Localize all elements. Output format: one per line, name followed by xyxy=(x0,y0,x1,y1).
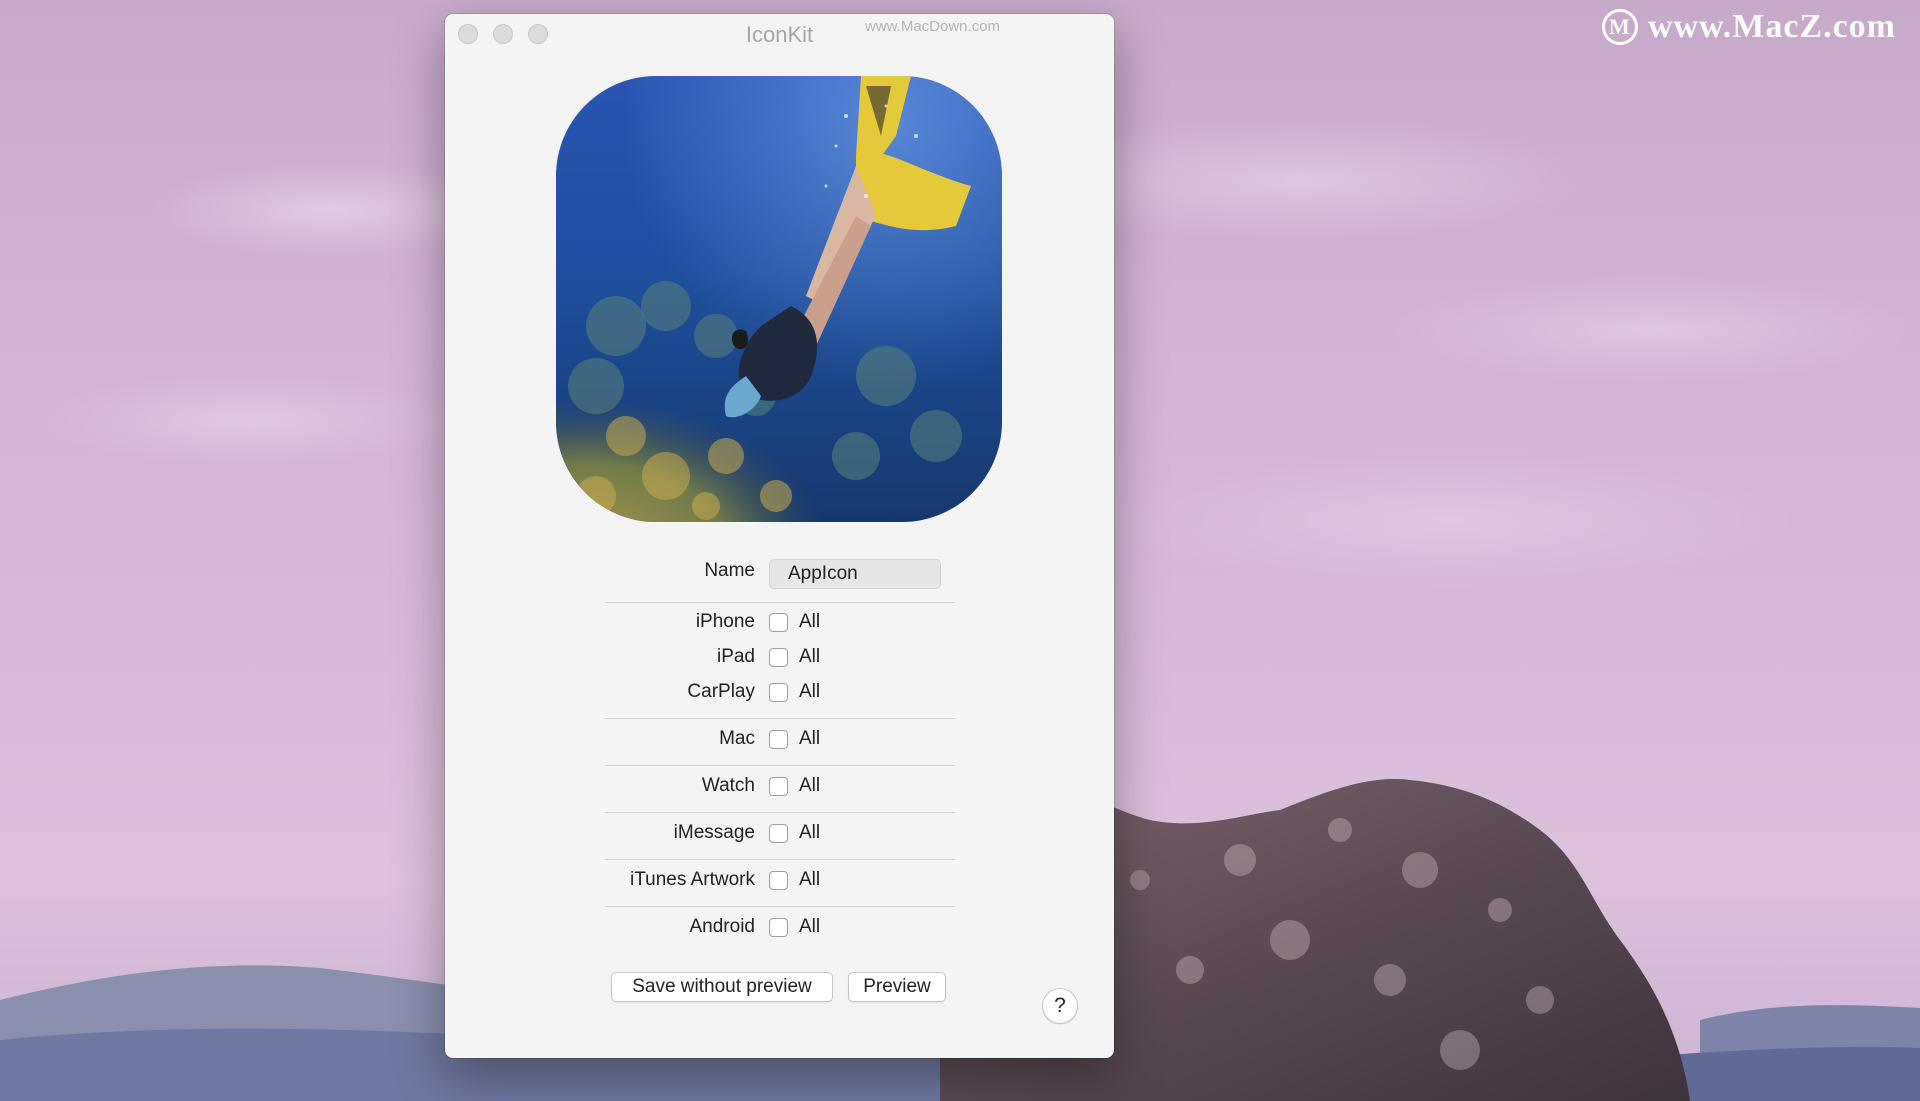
save-without-preview-button[interactable]: Save without preview xyxy=(611,972,833,1002)
iconkit-window: IconKit www.MacDown.com Name AppIcon iPh… xyxy=(445,14,1114,1058)
separator xyxy=(605,812,955,813)
separator xyxy=(605,602,955,603)
checkbox-watch-all[interactable] xyxy=(769,777,788,796)
macdown-watermark: www.MacDown.com xyxy=(865,18,1001,35)
checkbox-label-itunes-artwork-all[interactable]: All xyxy=(799,869,820,891)
checkbox-itunes-artwork-all[interactable] xyxy=(769,871,788,890)
macz-logo-icon: M xyxy=(1601,9,1638,45)
window-title: IconKit xyxy=(745,22,814,47)
separator xyxy=(605,906,955,907)
platform-label-imessage: iMessage xyxy=(673,822,755,843)
checkbox-imessage-all[interactable] xyxy=(769,824,788,843)
name-label: Name xyxy=(704,560,755,581)
platform-label-watch: Watch xyxy=(701,775,755,796)
checkbox-label-mac-all[interactable]: All xyxy=(799,728,820,750)
macz-watermark: M www.MacZ.com xyxy=(1601,8,1896,46)
preview-button[interactable]: Preview xyxy=(848,972,946,1002)
checkbox-label-carplay-all[interactable]: All xyxy=(799,681,820,703)
macz-watermark-text: www.MacZ.com xyxy=(1647,8,1896,45)
checkbox-ipad-all[interactable] xyxy=(769,648,788,667)
checkbox-label-iphone-all[interactable]: All xyxy=(799,611,820,633)
separator xyxy=(605,718,955,719)
separator xyxy=(605,859,955,860)
window-titlebar[interactable]: IconKit www.MacDown.com xyxy=(445,14,1114,54)
underwater-diver-image xyxy=(556,76,1002,522)
checkbox-iphone-all[interactable] xyxy=(769,613,788,632)
checkbox-label-ipad-all[interactable]: All xyxy=(799,646,820,668)
checkbox-label-watch-all[interactable]: All xyxy=(799,775,820,797)
platform-label-android: Android xyxy=(689,916,756,937)
platform-label-mac: Mac xyxy=(719,728,755,749)
platform-label-ipad: iPad xyxy=(716,646,755,667)
help-button[interactable]: ? xyxy=(1042,988,1078,1024)
appicon-preview-image[interactable] xyxy=(556,76,1002,522)
separator xyxy=(605,765,955,766)
checkbox-mac-all[interactable] xyxy=(769,730,788,749)
checkbox-label-android-all[interactable]: All xyxy=(799,916,820,938)
checkbox-android-all[interactable] xyxy=(769,918,788,937)
platform-label-itunes-artwork: iTunes Artwork xyxy=(630,869,755,890)
platform-label-carplay: CarPlay xyxy=(687,681,755,702)
checkbox-carplay-all[interactable] xyxy=(769,683,788,702)
checkbox-label-imessage-all[interactable]: All xyxy=(799,822,820,844)
name-input[interactable]: AppIcon xyxy=(769,559,941,589)
platform-label-iphone: iPhone xyxy=(695,611,755,632)
